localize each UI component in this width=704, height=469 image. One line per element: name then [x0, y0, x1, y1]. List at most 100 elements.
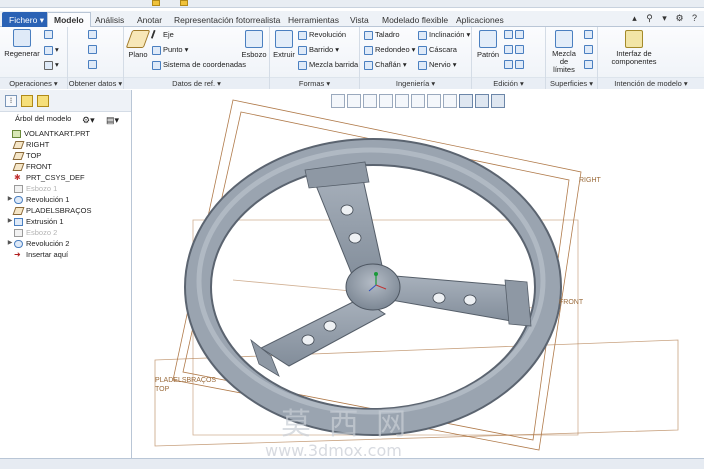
tree-item-label: Esbozo 2 — [26, 228, 58, 237]
expand-arrow-icon[interactable]: ▶ — [6, 216, 14, 227]
tree-item[interactable]: ▶ Extrusión 1 — [0, 216, 131, 227]
graphics-window[interactable]: RIGHT FRONT PLADELSBRAÇOS TOP 莫 西 网 www.… — [133, 90, 704, 458]
help-icon[interactable]: ? — [689, 13, 700, 24]
interfaz-componentes-button[interactable]: Interfaz de componentes — [610, 30, 658, 66]
axis-icon — [150, 29, 163, 41]
tab-modelo[interactable]: Modelo — [47, 12, 91, 27]
tree-item-label: Insertar aquí — [26, 250, 69, 259]
datum-plane-icon — [12, 151, 25, 160]
component-interface-icon — [625, 30, 643, 48]
esbozo-button[interactable]: Esbozo — [240, 30, 268, 59]
eje-button[interactable]: Eje — [150, 29, 174, 41]
tab-representacion[interactable]: Representación fotorrealista — [167, 12, 287, 27]
spoke-right — [390, 275, 518, 323]
tree-item[interactable]: ▶ Revolución 1 — [0, 194, 131, 205]
tree-item[interactable]: Esbozo 1 — [0, 183, 131, 194]
group-edicion: Patrón Edición ▾ — [472, 27, 546, 89]
search-icon[interactable]: ⚲ — [644, 13, 655, 24]
folder-browser-tab-icon[interactable] — [21, 94, 33, 107]
group-footer[interactable]: Operaciones ▾ — [0, 77, 67, 89]
group-footer[interactable]: Edición ▾ — [472, 77, 545, 89]
paste-button[interactable]: ▾ — [44, 45, 59, 55]
tree-item[interactable]: ✱ PRT_CSYS_DEF — [0, 172, 131, 183]
copy-geometry-button[interactable] — [88, 30, 97, 39]
plano-button[interactable]: Plano — [125, 30, 151, 59]
group-footer[interactable]: Datos de ref. ▾ — [124, 77, 269, 89]
group-footer[interactable]: Formas ▾ — [270, 77, 359, 89]
quick-access-icon[interactable] — [152, 0, 160, 6]
quick-access-icon[interactable] — [180, 0, 188, 6]
revolucion-button[interactable]: Revolución — [298, 30, 346, 40]
extruir-label: Extruir — [273, 50, 295, 59]
patron-button[interactable]: Patrón — [474, 30, 502, 59]
tab-analisis[interactable]: Análisis — [88, 12, 131, 27]
edit-tool-button[interactable] — [504, 45, 524, 54]
revolve-icon — [14, 195, 23, 204]
model-tree: VOLANTKART.PRT RIGHT TOP FRONT ✱ PRT_CSYS_DEF… — [0, 126, 131, 260]
tree-item[interactable]: PLADELSBRAÇOS — [0, 205, 131, 216]
group-footer[interactable]: Ingeniería ▾ — [360, 77, 471, 89]
delete-button[interactable]: ▾ — [44, 60, 59, 70]
punto-button[interactable]: Punto ▾ — [152, 45, 188, 55]
boundary-blend-icon — [555, 30, 573, 48]
tree-item-label: VOLANTKART.PRT — [24, 129, 90, 138]
inclinacion-button[interactable]: Inclinación ▾ — [418, 30, 470, 40]
datum-plane-pladels[interactable] — [192, 219, 579, 436]
draft-icon — [418, 30, 427, 40]
extruir-button[interactable]: Extruir — [272, 30, 296, 59]
tree-item[interactable]: ▶ Revolución 2 — [0, 238, 131, 249]
expand-arrow-icon[interactable]: ▶ — [6, 238, 14, 249]
group-footer[interactable]: Obtener datos ▾ — [68, 77, 123, 89]
taladro-button[interactable]: Taladro — [364, 30, 400, 40]
barrido-label: Barrido — [309, 45, 334, 54]
tree-item[interactable]: VOLANTKART.PRT — [0, 128, 131, 139]
surface-tool-button[interactable] — [584, 45, 593, 54]
edit-tool-button[interactable] — [504, 30, 524, 39]
hole — [323, 320, 337, 332]
dropdown-icon[interactable]: ▾ — [659, 13, 670, 24]
revolucion-label: Revolución — [309, 30, 347, 39]
steering-wheel[interactable] — [184, 138, 562, 436]
chaflan-button[interactable]: Chaflán ▾ — [364, 60, 407, 70]
model-tree-tab-icon[interactable]: ⁝ — [5, 94, 17, 107]
tree-item[interactable]: RIGHT — [0, 139, 131, 150]
nervio-button[interactable]: Nervio ▾ — [418, 60, 456, 70]
barrido-button[interactable]: Barrido ▾ — [298, 45, 339, 55]
surface-tool-button[interactable] — [584, 30, 593, 39]
expand-arrow-icon[interactable]: ▶ — [6, 194, 14, 205]
minimize-ribbon-icon[interactable]: ▴ — [629, 13, 640, 24]
group-footer[interactable]: Superficies ▾ — [546, 77, 597, 89]
tab-fichero[interactable]: Fichero ▾ — [2, 12, 51, 27]
regenerar-button[interactable]: Regenerar — [4, 29, 40, 58]
tab-aplicaciones[interactable]: Aplicaciones — [449, 12, 511, 27]
tab-modelado-flexible[interactable]: Modelado flexible — [375, 12, 455, 27]
tree-item[interactable]: TOP — [0, 150, 131, 161]
tab-herramientas[interactable]: Herramientas — [281, 12, 346, 27]
sistema-coordenadas-button[interactable]: Sistema de coordenadas — [152, 60, 246, 70]
tab-anotar[interactable]: Anotar — [130, 12, 169, 27]
favorites-tab-icon[interactable] — [37, 94, 49, 107]
revolve-icon — [14, 239, 23, 248]
surface-tool-button[interactable] — [584, 60, 593, 69]
tree-columns-icon[interactable]: ▤▾ — [106, 113, 119, 127]
merge-button[interactable] — [88, 60, 97, 69]
tab-vista[interactable]: Vista — [343, 12, 376, 27]
tree-item[interactable]: FRONT — [0, 161, 131, 172]
panel-toolbar: ⁝ — [0, 90, 131, 112]
settings-icon[interactable]: ⚙ — [674, 13, 685, 24]
cascara-button[interactable]: Cáscara — [418, 45, 457, 55]
edit-tool-button[interactable] — [504, 60, 524, 69]
redondeo-button[interactable]: Redondeo ▾ — [364, 45, 415, 55]
group-label: Datos de ref. — [172, 79, 216, 88]
shrinkwrap-button[interactable] — [88, 45, 97, 54]
tree-settings-icon[interactable]: ⚙▾ — [82, 113, 95, 127]
fill-icon — [584, 30, 593, 39]
mezcla-limites-button[interactable]: Mezcla de límites — [548, 30, 580, 74]
copy-button[interactable] — [44, 30, 53, 39]
tree-item[interactable]: ➜ Insertar aquí — [0, 249, 131, 260]
mezcla-barrida-button[interactable]: Mezcla barrida — [298, 60, 358, 70]
inclinacion-label: Inclinación — [429, 30, 465, 39]
group-footer[interactable]: Intención de modelo ▾ — [598, 77, 704, 89]
tree-item[interactable]: Esbozo 2 — [0, 227, 131, 238]
hole-icon — [364, 30, 373, 40]
